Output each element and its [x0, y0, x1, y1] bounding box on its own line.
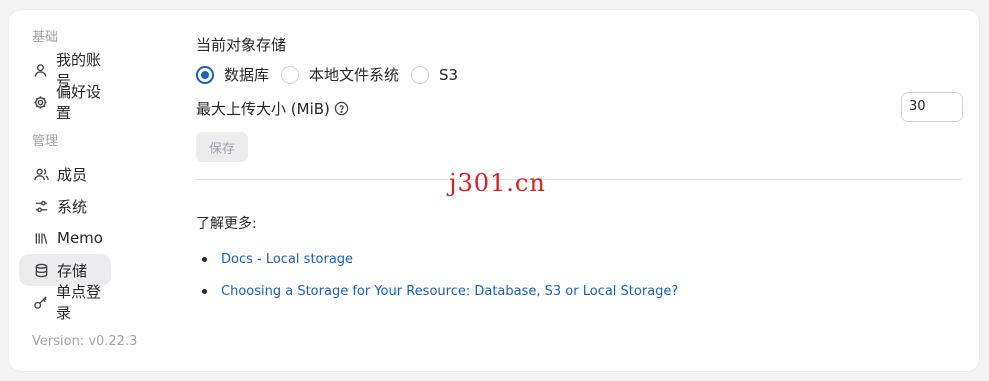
sidebar-item-label: 成员 [57, 165, 88, 184]
watermark-text: j301.cn [449, 169, 546, 197]
list-item: Docs - Local storage [202, 243, 678, 275]
bullet-icon [202, 288, 207, 294]
user-icon [33, 62, 48, 78]
storage-settings-panel: 当前对象存储 数据库 本地文件系统 S3 最大上传大小 (MiB) 30 保存 … [196, 10, 966, 371]
library-icon [33, 230, 49, 246]
choosing-storage-link[interactable]: Choosing a Storage for Your Resource: Da… [221, 284, 678, 299]
save-button[interactable]: 保存 [196, 132, 248, 162]
max-upload-size-input[interactable]: 30 [901, 92, 963, 122]
radio-s3-circle[interactable] [411, 65, 430, 84]
sidebar-item-label: 系统 [57, 197, 88, 216]
max-upload-label: 最大上传大小 (MiB) [196, 98, 349, 119]
radio-database[interactable]: 数据库 [196, 64, 269, 85]
max-upload-text: 最大上传大小 (MiB) [196, 100, 330, 118]
storage-radio-group: 数据库 本地文件系统 S3 [196, 64, 470, 85]
help-circle-icon[interactable] [334, 101, 349, 116]
radio-label: 数据库 [224, 66, 270, 84]
settings-sidebar: 基础 我的账号 偏好设置 管理 成员 系统 Memo 存储 单点登录 Versi… [19, 28, 159, 352]
sidebar-item-label: 偏好设置 [56, 83, 102, 122]
radio-label: 本地文件系统 [309, 66, 400, 84]
list-item: Choosing a Storage for Your Resource: Da… [202, 275, 678, 307]
radio-label: S3 [439, 65, 459, 84]
section-title-manage: 管理 [32, 134, 59, 149]
learn-more-links: Docs - Local storage Choosing a Storage … [202, 243, 678, 307]
settings-card: 基础 我的账号 偏好设置 管理 成员 系统 Memo 存储 单点登录 Versi… [9, 10, 979, 371]
gear-icon [33, 94, 48, 110]
sidebar-item-label: Memo [57, 229, 103, 247]
sidebar-item-label: 单点登录 [56, 283, 102, 322]
section-title-basic: 基础 [32, 30, 59, 45]
users-icon [33, 166, 49, 182]
sliders-icon [33, 198, 49, 214]
sidebar-item-label: 存储 [57, 261, 88, 280]
bullet-icon [202, 256, 207, 262]
storage-title: 当前对象存储 [196, 36, 287, 54]
sidebar-item-sso[interactable]: 单点登录 [19, 283, 111, 322]
docs-local-storage-link[interactable]: Docs - Local storage [221, 252, 353, 267]
radio-local-filesystem[interactable]: 本地文件系统 [281, 64, 399, 85]
sidebar-item-members[interactable]: 成员 [19, 158, 111, 190]
divider [196, 179, 962, 180]
radio-local-circle[interactable] [281, 65, 300, 84]
radio-s3[interactable]: S3 [411, 65, 459, 84]
version-text: Version: v0.22.3 [32, 334, 138, 349]
learn-more-title: 了解更多: [196, 216, 257, 232]
radio-database-circle[interactable] [196, 65, 214, 84]
sidebar-item-preferences[interactable]: 偏好设置 [19, 83, 111, 122]
sidebar-item-memo[interactable]: Memo [19, 222, 111, 254]
database-icon [33, 262, 49, 278]
sidebar-item-system[interactable]: 系统 [19, 190, 111, 222]
key-icon [33, 294, 48, 310]
